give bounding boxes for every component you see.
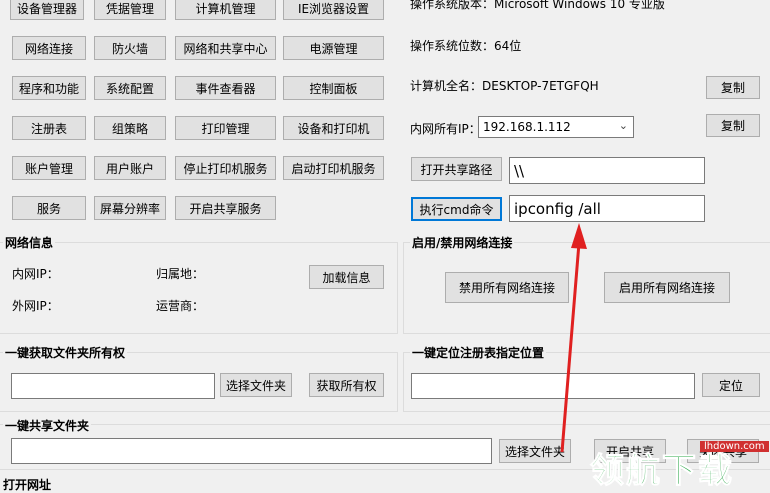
wan-ip-label: 外网IP： [12,299,59,313]
device-manager-button[interactable]: 设备管理器 [10,0,84,20]
netconn-title: 启用/禁用网络连接 [410,234,515,251]
watermark-brand: 领航下载 [590,451,734,492]
chevron-down-icon: ⌄ [618,119,628,132]
red-arrow-annotation [560,223,587,453]
lan-ip-value: 192.168.1.112 [483,120,571,134]
share-folder-input[interactable] [11,438,492,464]
isp-label: 运营商： [156,299,205,313]
enable-all-network-button[interactable]: 启用所有网络连接 [604,272,730,303]
group-policy-button[interactable]: 组策略 [94,116,166,140]
network-sharing-center-button[interactable]: 网络和共享中心 [175,36,276,60]
start-print-service-button[interactable]: 启动打印机服务 [283,156,384,180]
take-ownership-button[interactable]: 获取所有权 [309,373,384,397]
account-management-button[interactable]: 账户管理 [12,156,86,180]
computer-name-text: 计算机全名：DESKTOP-7ETGFQH [410,79,599,93]
ie-settings-button[interactable]: IE浏览器设置 [283,0,384,20]
lan-ip-info-label: 内网IP： [12,267,59,281]
firewall-button[interactable]: 防火墙 [94,36,166,60]
share-path-input[interactable]: \\ [509,157,705,184]
run-cmd-button[interactable]: 执行cmd命令 [411,197,502,221]
credential-manager-button[interactable]: 凭据管理 [94,0,166,20]
load-info-button[interactable]: 加载信息 [309,265,384,289]
user-accounts-button[interactable]: 用户账户 [94,156,166,180]
lan-ip-select[interactable]: 192.168.1.112 ⌄ [478,116,634,138]
folder-ownership-title: 一键获取文件夹所有权 [3,344,128,361]
locate-button[interactable]: 定位 [702,373,760,397]
os-bits-text: 操作系统位数：64位 [410,39,522,53]
open-share-path-button[interactable]: 打开共享路径 [411,157,502,181]
control-panel-button[interactable]: 控制面板 [283,76,384,100]
share-folder-title: 一键共享文件夹 [3,417,92,434]
folder-path-input[interactable] [11,373,215,399]
event-viewer-button[interactable]: 事件查看器 [175,76,276,100]
screen-resolution-button[interactable]: 屏幕分辨率 [94,196,166,220]
copy-computer-name-button[interactable]: 复制 [706,76,760,99]
system-config-button[interactable]: 系统配置 [94,76,166,100]
choose-folder-button[interactable]: 选择文件夹 [220,373,292,397]
stop-print-service-button[interactable]: 停止打印机服务 [175,156,276,180]
power-management-button[interactable]: 电源管理 [283,36,384,60]
copy-ip-button[interactable]: 复制 [706,114,760,137]
devices-printers-button[interactable]: 设备和打印机 [283,116,384,140]
services-button[interactable]: 服务 [12,196,86,220]
programs-features-button[interactable]: 程序和功能 [12,76,86,100]
lan-ip-label: 内网所有IP： [410,122,481,136]
computer-management-button[interactable]: 计算机管理 [175,0,276,20]
location-label: 归属地： [156,267,205,281]
network-connections-button[interactable]: 网络连接 [12,36,86,60]
print-management-button[interactable]: 打印管理 [175,116,276,140]
os-version-text: 操作系统版本：Microsoft Windows 10 专业版 [410,0,665,11]
enable-share-service-button[interactable]: 开启共享服务 [175,196,276,220]
cmd-input[interactable]: ipconfig /all [509,195,705,222]
registry-locate-title: 一键定位注册表指定位置 [410,344,547,361]
network-info-title: 网络信息 [3,234,56,251]
open-url-title: 打开网址 [3,478,52,492]
registry-button[interactable]: 注册表 [12,116,86,140]
